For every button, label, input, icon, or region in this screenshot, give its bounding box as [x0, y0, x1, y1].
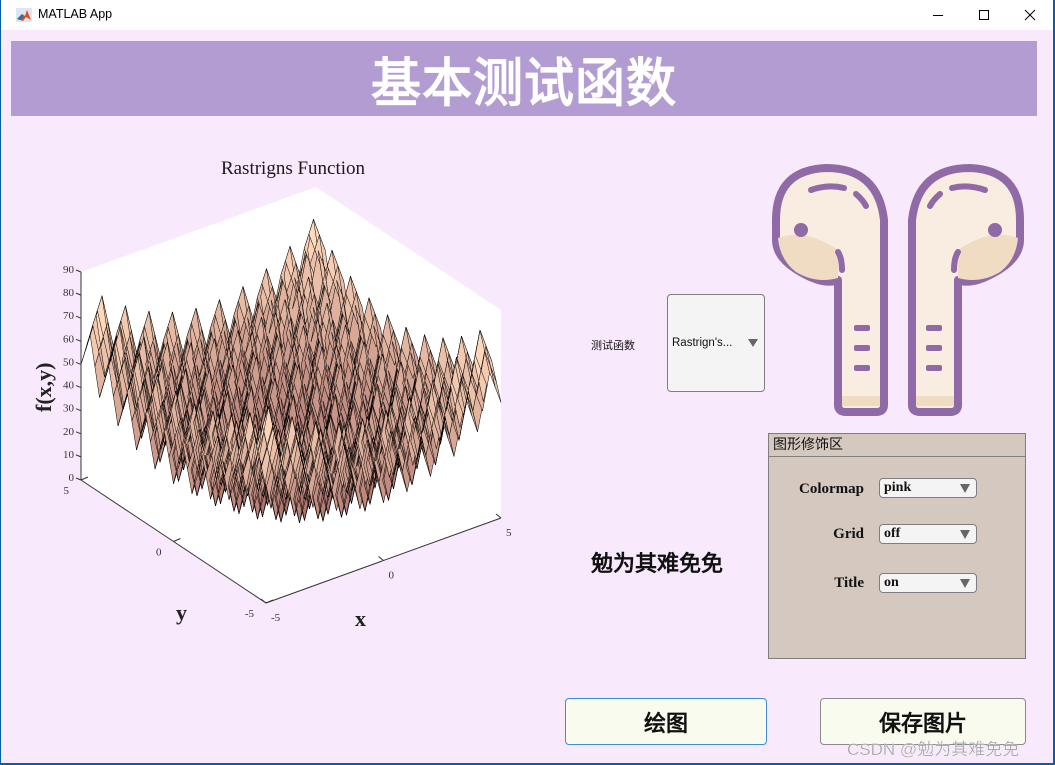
title-label: Title — [834, 575, 864, 591]
z-tick-mark — [75, 385, 82, 389]
title-bar: MATLAB App — [1, 0, 1053, 30]
z-tick-label: 20 — [63, 426, 75, 438]
dropdown-arrow-icon — [748, 339, 758, 347]
z-tick-mark — [75, 477, 82, 481]
decoration-panel: 图形修饰区 Colormap pink Grid off Title on — [768, 433, 1026, 659]
y-axis-label: y — [176, 600, 187, 625]
z-tick-label: 10 — [63, 449, 75, 461]
minimize-icon — [933, 15, 943, 16]
z-tick-mark — [75, 361, 82, 365]
panel-title: 图形修饰区 — [769, 434, 1025, 457]
header-banner: 基本测试函数 — [11, 41, 1037, 116]
z-tick-label: 40 — [63, 380, 75, 392]
z-tick-mark — [75, 431, 82, 435]
z-tick-label: 50 — [63, 356, 75, 368]
y-tick-label: 0 — [156, 547, 162, 559]
banner-title: 基本测试函数 — [371, 52, 677, 114]
function-dropdown[interactable]: Rastrign's... — [667, 294, 765, 392]
left-earbud-icon — [772, 164, 888, 416]
window-title: MATLAB App — [38, 7, 113, 21]
z-tick-mark — [75, 269, 82, 273]
earbuds-image — [772, 164, 1024, 416]
z-tick-label: 30 — [63, 403, 75, 415]
motto-text: 勉为其难免免 — [591, 552, 724, 577]
z-axis-label: f(x,y) — [31, 362, 56, 412]
y-tick-label: 5 — [64, 485, 70, 497]
title-value: on — [884, 575, 899, 590]
z-tick-label: 90 — [63, 264, 75, 276]
z-tick-label: 70 — [63, 310, 75, 322]
grid-dropdown[interactable]: off — [879, 524, 977, 544]
dropdown-arrow-icon — [960, 579, 970, 588]
dropdown-arrow-icon — [960, 530, 970, 539]
z-tick-mark — [75, 408, 82, 412]
grid-label: Grid — [833, 526, 864, 542]
function-dropdown-value: Rastrign's... — [672, 337, 733, 349]
z-tick-mark — [75, 315, 82, 319]
function-select-label: 测试函数 — [591, 339, 635, 352]
maximize-icon — [979, 10, 989, 20]
matlab-logo-icon — [16, 8, 32, 22]
close-icon — [1024, 9, 1036, 21]
plot-button[interactable]: 绘图 — [565, 698, 767, 745]
minimize-button[interactable] — [915, 0, 961, 30]
dropdown-arrow-icon — [960, 484, 970, 493]
colormap-dropdown[interactable]: pink — [879, 478, 977, 498]
surface-plot[interactable]: 0102030405060708090-505-505 — [1, 150, 585, 650]
z-tick-mark — [75, 454, 82, 458]
colormap-label: Colormap — [799, 481, 864, 497]
z-tick-label: 60 — [63, 333, 75, 345]
grid-value: off — [884, 526, 901, 541]
close-button[interactable] — [1007, 0, 1053, 30]
z-tick-label: 0 — [69, 472, 75, 484]
x-tick-label: -5 — [271, 612, 281, 624]
z-tick-label: 80 — [63, 287, 75, 299]
x-tick-label: 5 — [506, 527, 512, 539]
y-tick-label: -5 — [245, 608, 255, 620]
x-tick-label: 0 — [389, 570, 395, 582]
title-dropdown[interactable]: on — [879, 573, 977, 593]
watermark: CSDN @勉为其难免免 — [847, 740, 1020, 759]
z-tick-mark — [75, 338, 82, 342]
right-earbud-icon — [908, 164, 1024, 416]
maximize-button[interactable] — [961, 0, 1007, 30]
x-axis-label: x — [355, 606, 366, 631]
app-window: MATLAB App 基本测试函数 Rastrigns Function 0 10… — [1, 0, 1053, 763]
z-tick-mark — [75, 292, 82, 296]
colormap-value: pink — [884, 480, 912, 495]
